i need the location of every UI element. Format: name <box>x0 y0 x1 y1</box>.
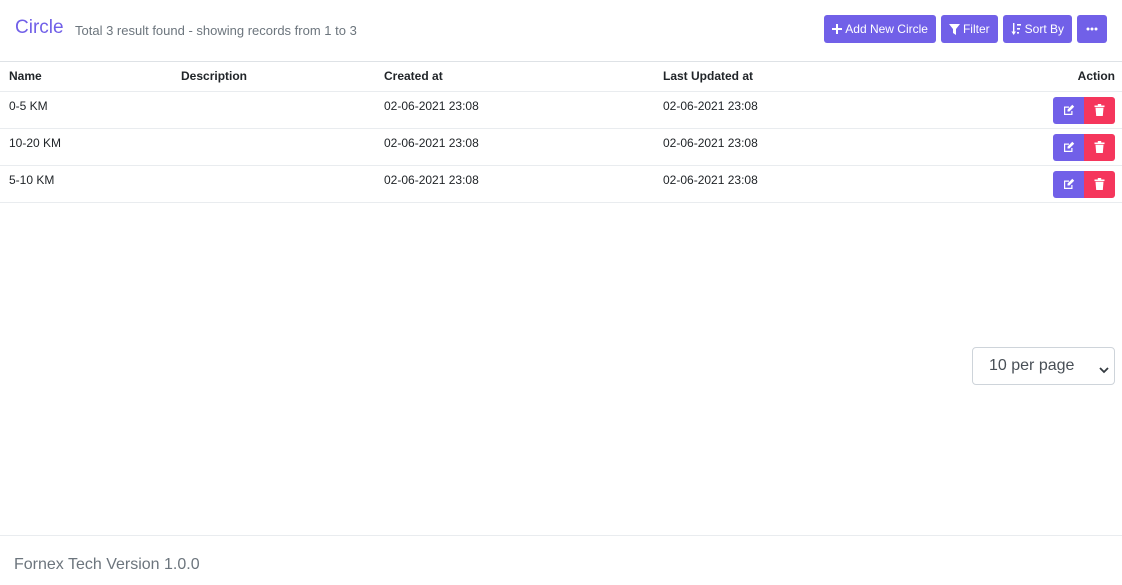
cell-name: 0-5 KM <box>0 91 172 129</box>
edit-icon <box>1063 178 1074 189</box>
column-header-description[interactable]: Description <box>172 62 375 92</box>
column-header-name[interactable]: Name <box>0 62 172 92</box>
trash-icon <box>1094 104 1105 116</box>
cell-created-at: 02-06-2021 23:08 <box>375 128 654 166</box>
cell-description <box>172 128 375 166</box>
delete-button[interactable] <box>1084 96 1115 124</box>
cell-name: 10-20 KM <box>0 128 172 166</box>
row-actions <box>1053 133 1115 161</box>
delete-button[interactable] <box>1084 170 1115 198</box>
filter-button[interactable]: Filter <box>940 15 998 43</box>
trash-icon <box>1094 141 1105 153</box>
table-row: 10-20 KM 02-06-2021 23:08 02-06-2021 23:… <box>0 128 1122 166</box>
edit-icon <box>1063 104 1074 115</box>
page-header: Circle Total 3 result found - showing re… <box>0 0 1122 62</box>
edit-button[interactable] <box>1053 96 1084 124</box>
cell-action <box>954 91 1122 129</box>
cell-created-at: 02-06-2021 23:08 <box>375 91 654 129</box>
cell-action <box>954 128 1122 166</box>
cell-updated-at: 02-06-2021 23:08 <box>654 91 954 129</box>
cell-action <box>954 165 1122 203</box>
ellipsis-icon <box>1086 27 1098 31</box>
table-row: 5-10 KM 02-06-2021 23:08 02-06-2021 23:0… <box>0 165 1122 203</box>
footer-version-text: Fornex Tech Version 1.0.0 <box>14 556 200 573</box>
cell-description <box>172 165 375 203</box>
chevron-down-icon <box>1099 361 1109 379</box>
plus-icon <box>832 24 843 34</box>
per-page-select[interactable]: 10 per page <box>972 347 1115 385</box>
cell-description <box>172 91 375 129</box>
more-options-button[interactable] <box>1077 15 1107 43</box>
cell-updated-at: 02-06-2021 23:08 <box>654 128 954 166</box>
circles-table: Name Description Created at Last Updated… <box>0 62 1122 203</box>
filter-icon <box>948 23 960 35</box>
page-footer: Fornex Tech Version 1.0.0 <box>0 535 1122 585</box>
edit-button[interactable] <box>1053 133 1084 161</box>
sort-by-button[interactable]: Sort By <box>1002 15 1072 43</box>
toolbar: Add New Circle Filter Sort By <box>824 15 1107 43</box>
row-actions <box>1053 96 1115 124</box>
table-row: 0-5 KM 02-06-2021 23:08 02-06-2021 23:08 <box>0 91 1122 129</box>
result-summary: Total 3 result found - showing records f… <box>75 23 357 38</box>
delete-button[interactable] <box>1084 133 1115 161</box>
column-header-action: Action <box>954 62 1122 92</box>
sort-by-label: Sort By <box>1024 22 1064 36</box>
per-page-value: 10 per page <box>989 357 1075 374</box>
column-header-created-at[interactable]: Created at <box>375 62 654 92</box>
edit-icon <box>1063 141 1074 152</box>
add-new-circle-label: Add New Circle <box>845 22 928 36</box>
sort-icon <box>1011 23 1022 35</box>
filter-label: Filter <box>962 22 990 36</box>
page-title: Circle <box>15 17 64 38</box>
row-actions <box>1053 170 1115 198</box>
edit-button[interactable] <box>1053 170 1084 198</box>
add-new-circle-button[interactable]: Add New Circle <box>824 15 936 43</box>
cell-updated-at: 02-06-2021 23:08 <box>654 165 954 203</box>
column-header-last-updated-at[interactable]: Last Updated at <box>654 62 954 92</box>
table-header-row: Name Description Created at Last Updated… <box>0 62 1122 92</box>
trash-icon <box>1094 178 1105 190</box>
cell-created-at: 02-06-2021 23:08 <box>375 165 654 203</box>
cell-name: 5-10 KM <box>0 165 172 203</box>
